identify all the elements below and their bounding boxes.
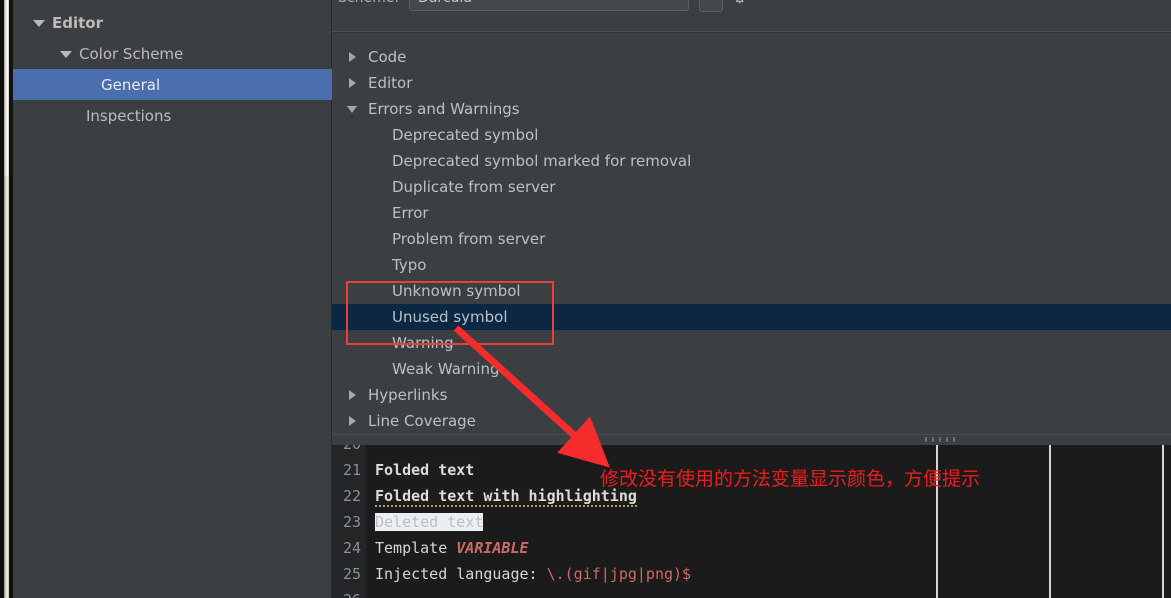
sidebar-item-label: Inspections (86, 106, 172, 125)
code-line: 26 (332, 587, 1171, 598)
code-token: Folded text with highlighting (375, 487, 637, 507)
code-token: Injected language: (375, 565, 547, 583)
settings-nav-tree[interactable]: Editor Color Scheme General Inspections (13, 0, 419, 598)
code-text: Injected language: \.(gif|jpg|png)$ (366, 565, 691, 583)
tree-item-error[interactable]: Error (332, 200, 1171, 226)
line-number: 24 (342, 539, 361, 557)
tree-item-label: Error (392, 204, 429, 222)
tree-item-label: Problem from server (392, 230, 546, 248)
settings-dialog: Editor Color Scheme General Inspections Sch… (0, 0, 1171, 598)
chevron-down-icon[interactable] (60, 48, 72, 60)
code-token: VARIABLE (456, 539, 529, 557)
chevron-right-icon[interactable] (346, 388, 360, 402)
tree-item-unused-symbol[interactable]: Unused symbol (332, 304, 1171, 330)
tree-item-errors-and-warnings[interactable]: Errors and Warnings (332, 96, 1171, 122)
tree-item-deprecated-symbol-marked-for-removal[interactable]: Deprecated symbol marked for removal (332, 148, 1171, 174)
tree-item-problem-from-server[interactable]: Problem from server (332, 226, 1171, 252)
tree-item-label: Deprecated symbol marked for removal (392, 152, 692, 170)
line-number: 20 (332, 445, 366, 453)
line-number: 22 (342, 487, 361, 505)
chevron-right-icon[interactable] (346, 414, 360, 428)
code-line: 23 Deleted text (332, 509, 1171, 535)
tree-item-editor[interactable]: Editor (332, 70, 1171, 96)
code-text: Folded text with highlighting (366, 487, 637, 507)
line-number: 26 (332, 591, 366, 598)
tree-item-label: Duplicate from server (392, 178, 556, 196)
code-text: Deleted text (366, 513, 484, 531)
tree-item-weak-warning[interactable]: Weak Warning (332, 356, 1171, 382)
annotation-note-text: 修改没有使用的方法变量显示颜色，方便提示 (600, 468, 981, 490)
code-token: Deleted text (375, 513, 484, 531)
editor-guide-line-2 (1049, 445, 1051, 598)
gear-icon[interactable]: ⚙ (733, 0, 746, 7)
sidebar-item-label: General (101, 75, 161, 94)
tree-item-duplicate-from-server[interactable]: Duplicate from server (332, 174, 1171, 200)
panel-divider-shadow (332, 32, 1171, 33)
color-attributes-tree[interactable]: Code Editor Errors and Warnings Deprecated … (332, 44, 1171, 432)
tree-item-warning[interactable]: Warning (332, 330, 1171, 356)
sidebar-item-editor[interactable]: Editor (13, 7, 351, 38)
scheme-combobox-value: Darcula (418, 0, 472, 6)
tree-item-unknown-symbol[interactable]: Unknown symbol (332, 278, 1171, 304)
tree-item-label: Unused symbol (392, 308, 508, 326)
sidebar-item-label: Color Scheme (79, 44, 184, 63)
code-token: Folded text (375, 461, 475, 479)
color-scheme-general-panel: Scheme: Darcula ▾ ⚙ Code Editor Errors and… (332, 0, 1171, 598)
tree-item-label: Deprecated symbol (392, 126, 539, 144)
code-line: 25 Injected language: \.(gif|jpg|png)$ (332, 561, 1171, 587)
tree-item-label: Warning (392, 334, 454, 352)
tree-item-label: Typo (392, 256, 427, 274)
tree-item-label: Unknown symbol (392, 282, 521, 300)
code-token: Template (375, 539, 457, 557)
code-text: Folded text (366, 461, 475, 479)
tree-item-label: Editor (368, 74, 413, 92)
line-number: 25 (342, 565, 361, 583)
tree-item-label: Code (368, 48, 407, 66)
splitter-grip-icon[interactable] (925, 437, 955, 442)
chevron-right-icon[interactable] (346, 76, 360, 90)
sidebar-item-color-scheme[interactable]: Color Scheme (13, 38, 378, 69)
chevron-down-icon[interactable] (33, 17, 45, 29)
scheme-label: Scheme: (338, 0, 399, 6)
tree-item-hyperlinks[interactable]: Hyperlinks (332, 382, 1171, 408)
code-line: 24 Template VARIABLE (332, 535, 1171, 561)
background-window-sliver (0, 0, 13, 598)
tree-item-code[interactable]: Code (332, 44, 1171, 70)
tree-item-label: Weak Warning (392, 360, 500, 378)
chevron-down-icon[interactable]: ▾ (699, 0, 724, 12)
tree-item-typo[interactable]: Typo (332, 252, 1171, 278)
line-number: 21 (342, 461, 361, 479)
code-line: 20 (332, 445, 1171, 457)
tree-item-label: Line Coverage (368, 412, 476, 430)
scheme-combobox[interactable]: Darcula (409, 0, 690, 11)
tree-item-deprecated-symbol[interactable]: Deprecated symbol (332, 122, 1171, 148)
chevron-down-icon[interactable] (346, 102, 360, 116)
editor-guide-line-3 (1162, 445, 1164, 598)
code-token: \.(gif|jpg|png)$ (546, 565, 692, 583)
scheme-toolbar: Scheme: Darcula ▾ ⚙ (332, 0, 1171, 14)
tree-item-label: Errors and Warnings (368, 100, 520, 118)
sidebar-item-label: Editor (52, 13, 103, 32)
tree-item-line-coverage[interactable]: Line Coverage (332, 408, 1171, 432)
code-text: Template VARIABLE (366, 539, 529, 557)
chevron-right-icon[interactable] (346, 50, 360, 64)
line-number: 23 (342, 513, 361, 531)
tree-item-label: Hyperlinks (368, 386, 448, 404)
